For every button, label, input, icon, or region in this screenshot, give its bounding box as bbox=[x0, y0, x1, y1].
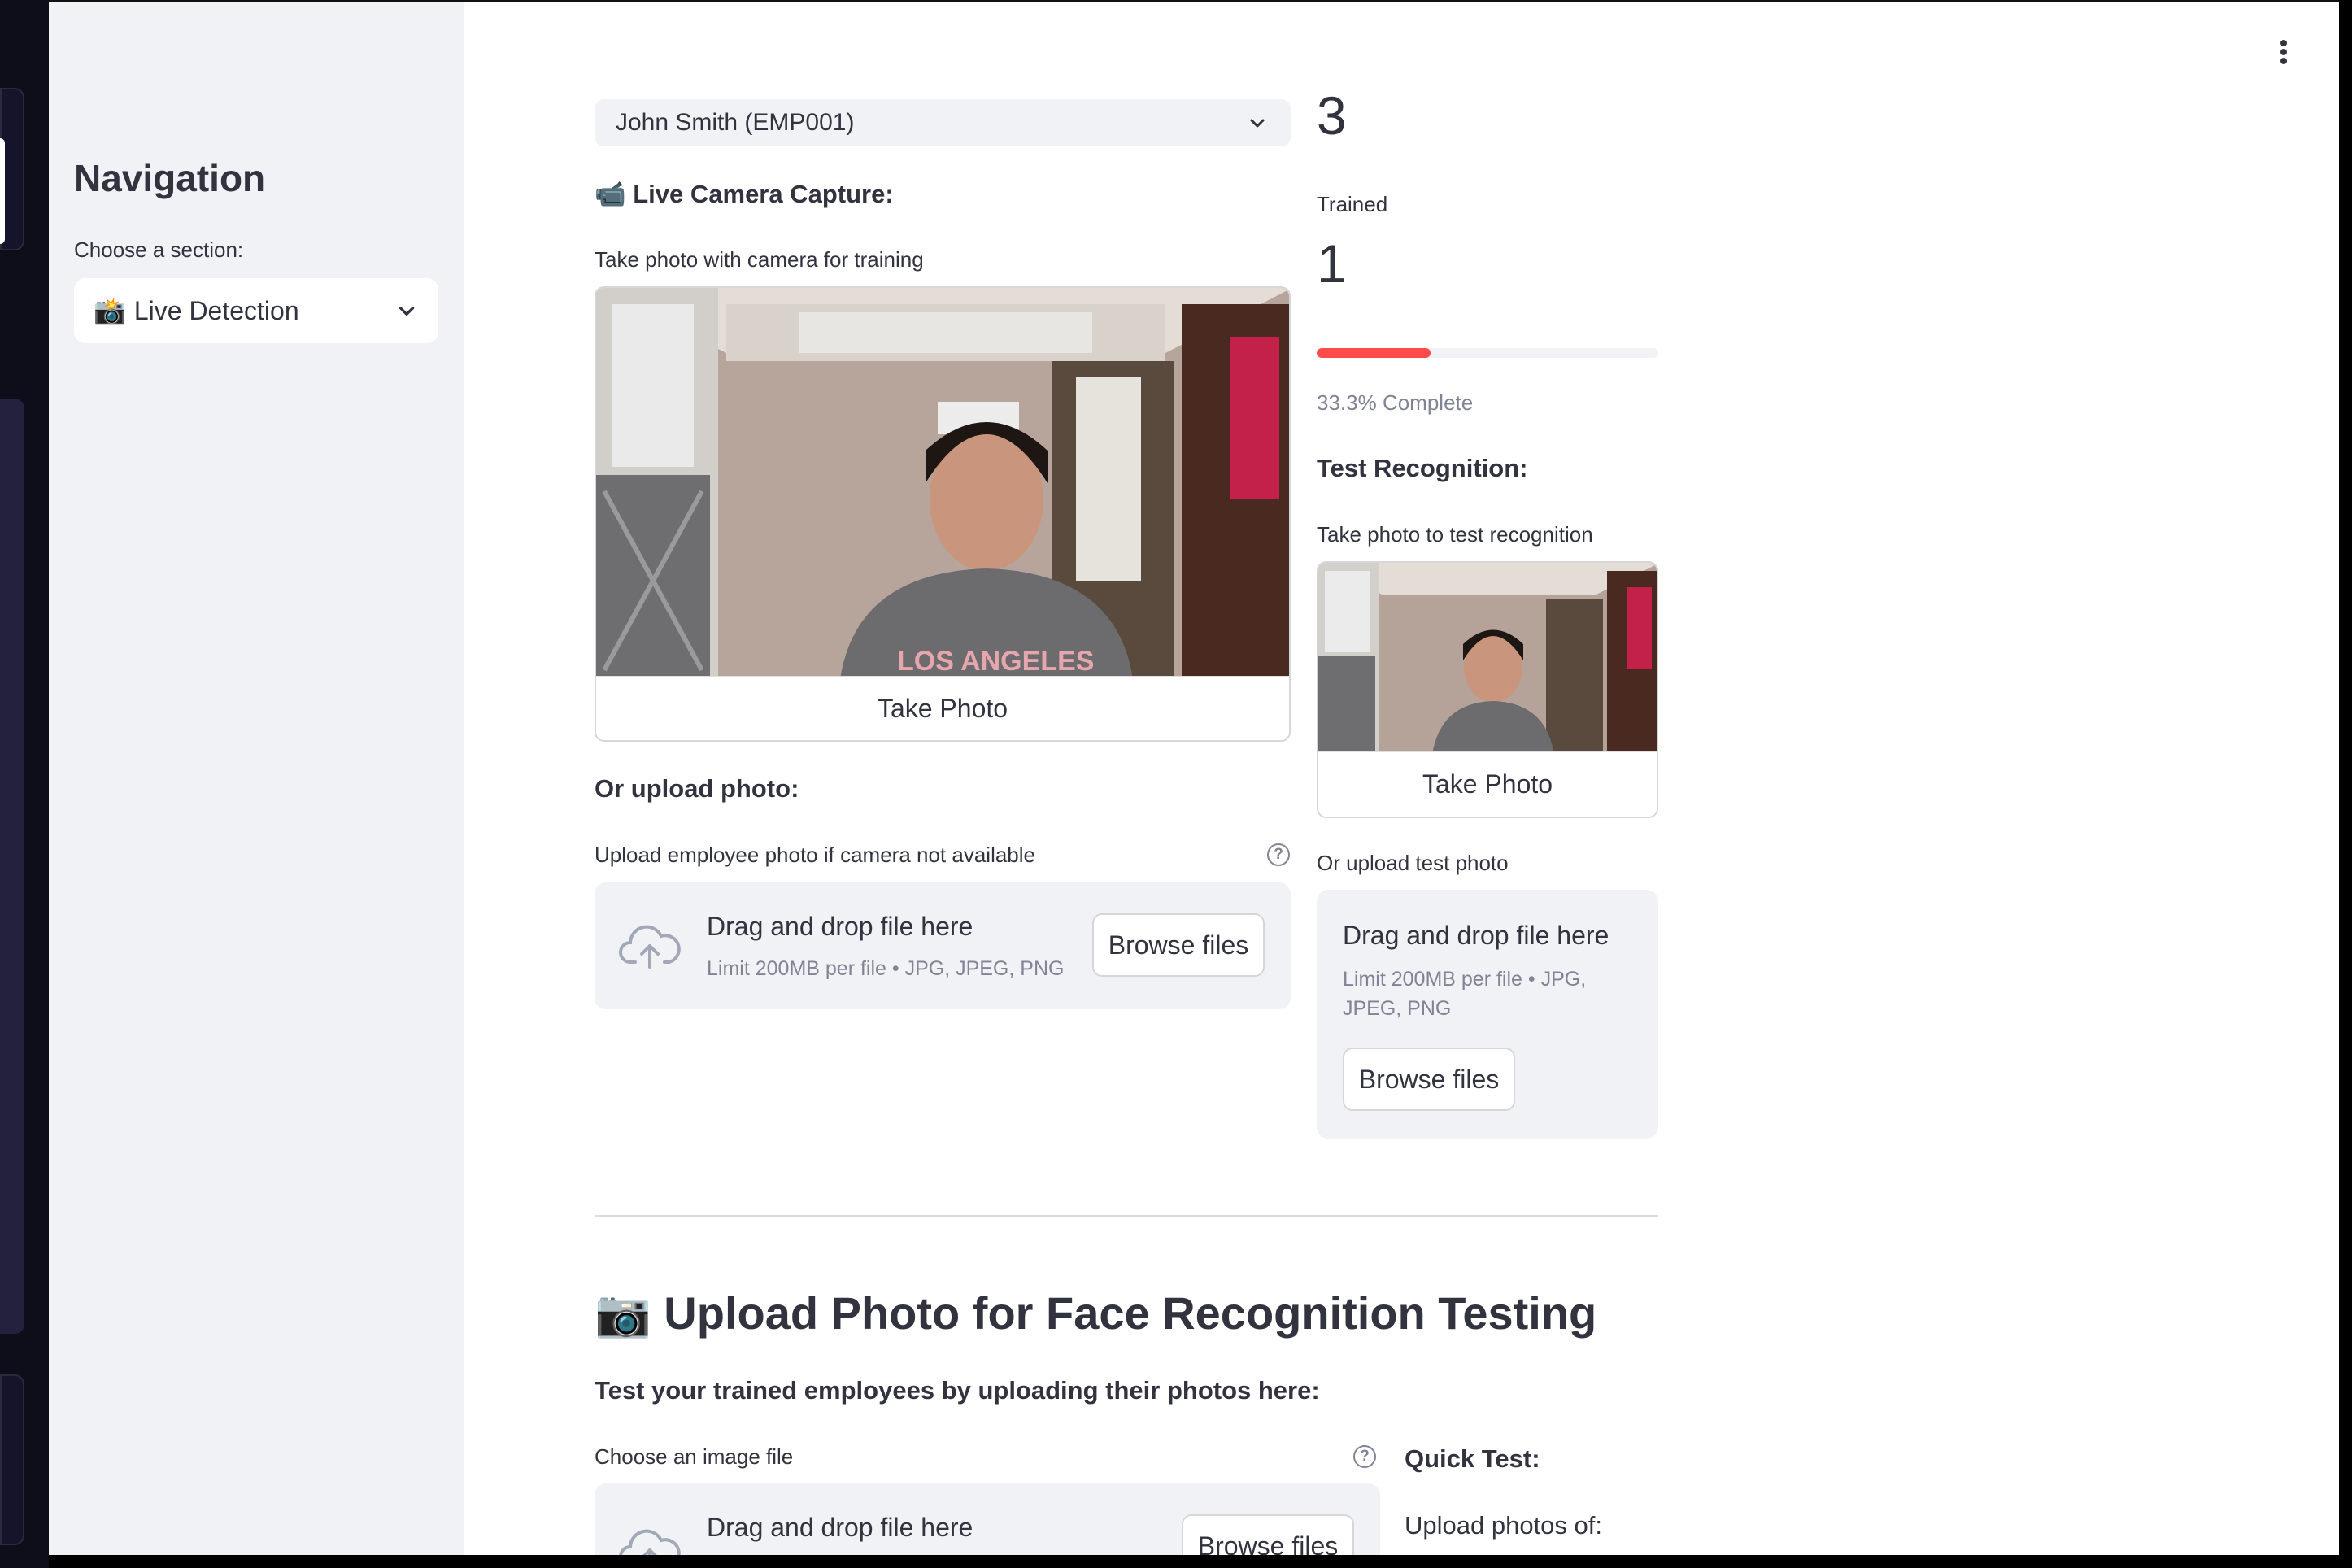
live-capture-heading: 📹 Live Camera Capture: bbox=[595, 180, 894, 208]
employee-select[interactable]: John Smith (EMP001) bbox=[595, 99, 1291, 146]
upload-photo-label: Upload employee photo if camera not avai… bbox=[595, 843, 1036, 867]
trained-value: 1 bbox=[1317, 233, 1347, 294]
face-test-dropzone[interactable]: Drag and drop file here Browse files bbox=[595, 1483, 1380, 1555]
training-progress-bar bbox=[1317, 348, 1658, 358]
help-icon[interactable]: ? bbox=[1353, 1445, 1376, 1468]
camera-preview-image: LOS ANGELES bbox=[596, 288, 1289, 679]
browse-files-button[interactable]: Browse files bbox=[1343, 1048, 1515, 1111]
upload-photo-heading: Or upload photo: bbox=[595, 774, 799, 803]
face-testing-heading: 📷 Upload Photo for Face Recognition Test… bbox=[595, 1287, 1597, 1339]
camera-icon: 📷 bbox=[595, 1287, 651, 1339]
dropzone-title: Drag and drop file here bbox=[1343, 921, 1609, 950]
trained-label: Trained bbox=[1317, 192, 1388, 216]
progress-text: 33.3% Complete bbox=[1317, 390, 1474, 415]
face-testing-subheading: Test your trained employees by uploading… bbox=[595, 1376, 1320, 1405]
browser-side-chrome bbox=[0, 0, 49, 1568]
browse-files-button[interactable]: Browse files bbox=[1092, 913, 1265, 977]
upload-photos-of-label: Upload photos of: bbox=[1405, 1511, 1603, 1540]
section-select-label: Choose a section: bbox=[74, 237, 244, 262]
sidebar-title: Navigation bbox=[74, 157, 266, 199]
dropzone-limit: Limit 200MB per file • JPG, JPEG, PNG bbox=[707, 957, 1065, 980]
image-file-label: Choose an image file bbox=[595, 1444, 794, 1469]
test-take-photo-button[interactable]: Take Photo bbox=[1318, 751, 1657, 817]
chrome-panel bbox=[0, 1374, 24, 1545]
help-icon[interactable]: ? bbox=[1267, 843, 1290, 866]
chevron-down-icon bbox=[394, 298, 419, 323]
dropzone-title: Drag and drop file here bbox=[707, 912, 973, 941]
section-divider bbox=[595, 1215, 1658, 1217]
chevron-down-icon bbox=[1245, 111, 1270, 135]
quick-test-heading: Quick Test: bbox=[1405, 1444, 1540, 1473]
test-recognition-heading: Test Recognition: bbox=[1317, 454, 1528, 482]
cloud-upload-icon bbox=[619, 1524, 681, 1555]
main-content: John Smith (EMP001) 3 Trained 1 33.3% Co… bbox=[464, 2, 2339, 1555]
chrome-indicator bbox=[0, 138, 5, 244]
total-employees-value: 3 bbox=[1317, 85, 1347, 146]
cloud-upload-icon bbox=[619, 920, 681, 976]
training-camera-label: Take photo with camera for training bbox=[595, 247, 924, 272]
app-window: Navigation Choose a section: 📸 Live Dete… bbox=[49, 0, 2339, 1555]
employee-photo-dropzone[interactable]: Drag and drop file here Limit 200MB per … bbox=[595, 882, 1291, 1009]
training-camera-input[interactable]: LOS ANGELES Take Photo bbox=[595, 286, 1291, 742]
test-camera-preview-image bbox=[1318, 563, 1657, 755]
chrome-panel bbox=[0, 399, 24, 1334]
dropzone-title: Drag and drop file here bbox=[707, 1513, 973, 1542]
test-upload-label: Or upload test photo bbox=[1317, 851, 1509, 875]
test-camera-input[interactable]: Take Photo bbox=[1317, 561, 1658, 818]
test-camera-label: Take photo to test recognition bbox=[1317, 522, 1593, 547]
svg-text:LOS ANGELES: LOS ANGELES bbox=[897, 646, 1094, 677]
video-camera-icon: 📹 bbox=[595, 180, 626, 208]
test-photo-dropzone[interactable]: Drag and drop file here Limit 200MB per … bbox=[1317, 890, 1658, 1139]
sidebar: Navigation Choose a section: 📸 Live Dete… bbox=[49, 2, 464, 1555]
take-photo-button[interactable]: Take Photo bbox=[596, 676, 1289, 740]
training-progress-fill bbox=[1317, 348, 1431, 358]
browse-files-button[interactable]: Browse files bbox=[1182, 1514, 1354, 1555]
section-select-value: Live Detection bbox=[133, 295, 299, 325]
employee-select-value: John Smith (EMP001) bbox=[616, 109, 855, 136]
camera-flash-icon: 📸 bbox=[94, 296, 126, 325]
dropzone-limit: Limit 200MB per file • JPG, JPEG, PNG bbox=[1343, 968, 1587, 1020]
section-select[interactable]: 📸 Live Detection bbox=[74, 278, 438, 343]
